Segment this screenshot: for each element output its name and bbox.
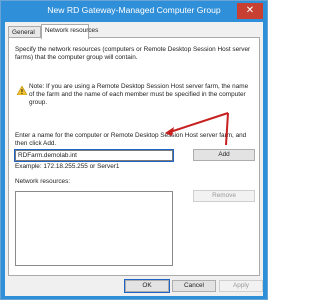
add-button[interactable]: Add	[193, 149, 255, 161]
dialog-body: General Network resources Specify the ne…	[5, 22, 263, 296]
cancel-button[interactable]: Cancel	[172, 280, 216, 292]
name-prompt-text: Enter a name for the computer or Remote …	[15, 132, 247, 147]
network-resources-label: Network resources:	[15, 178, 71, 185]
resource-name-input[interactable]: RDFarm.demolab.int	[14, 149, 174, 162]
title-bar[interactable]: New RD Gateway-Managed Computer Group ✕	[1, 1, 267, 22]
ok-button[interactable]: OK	[124, 279, 170, 293]
remove-button[interactable]: Remove	[193, 190, 255, 202]
tab-network-resources[interactable]: Network resources	[41, 24, 98, 39]
warning-icon	[17, 86, 27, 95]
network-resources-panel: Specify the network resources (computers…	[8, 37, 260, 276]
window-title: New RD Gateway-Managed Computer Group	[47, 5, 221, 15]
close-icon: ✕	[245, 5, 255, 16]
apply-button[interactable]: Apply	[219, 280, 263, 292]
note-text: Note: If you are using a Remote Desktop …	[29, 83, 249, 106]
dialog-window: New RD Gateway-Managed Computer Group ✕ …	[0, 0, 268, 300]
example-text: Example: 172.18.255.255 or Server1	[15, 163, 120, 170]
network-resources-list[interactable]	[15, 191, 173, 266]
close-button[interactable]: ✕	[237, 3, 263, 19]
description-text: Specify the network resources (computers…	[15, 46, 251, 61]
